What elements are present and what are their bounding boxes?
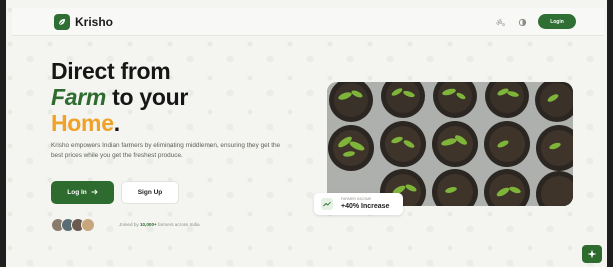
headline-farm: Farm [51, 84, 107, 110]
navbar: Krisho ॐa Login [12, 8, 604, 36]
headline-home: Home [51, 110, 114, 136]
stat-value: +40% Increase [341, 203, 390, 210]
income-stat-card: FARMER INCOME +40% Increase [314, 193, 403, 215]
login-button-label: Log In [67, 189, 87, 196]
window-frame-left [0, 0, 6, 267]
login-button[interactable]: Log In [51, 181, 114, 204]
avatar [81, 218, 95, 232]
headline-to-your: to your [106, 84, 188, 110]
hero-headline: Direct from Farm to your Home. [51, 58, 188, 136]
leaf-icon [54, 14, 70, 30]
svg-text:a: a [502, 22, 505, 27]
seedlings-photo [327, 82, 573, 206]
joined-prefix: Joined by [119, 222, 140, 227]
trend-up-icon [321, 198, 333, 210]
signup-button[interactable]: Sign Up [121, 181, 179, 204]
avatar-stack [51, 218, 95, 232]
sparkle-icon[interactable] [582, 245, 602, 263]
nav-login-button[interactable]: Login [538, 14, 576, 29]
joined-text: Joined by 10,000+ farmers across India [119, 222, 200, 227]
theme-toggle-icon[interactable] [515, 15, 529, 29]
stat-label: FARMER INCOME [341, 197, 372, 201]
headline-line-1: Direct from [51, 58, 171, 84]
brand-logo[interactable]: Krisho [54, 14, 113, 30]
brand-name: Krisho [75, 15, 114, 29]
headline-period: . [113, 110, 120, 136]
window-frame-right [607, 0, 613, 267]
joined-count: 10,000+ [139, 222, 157, 227]
joined-suffix: farmers across India [156, 222, 200, 227]
hero-description: Krisho empowers Indian farmers by elimin… [51, 142, 281, 159]
translate-icon[interactable]: ॐa [494, 15, 508, 29]
arrow-right-icon [91, 188, 98, 197]
